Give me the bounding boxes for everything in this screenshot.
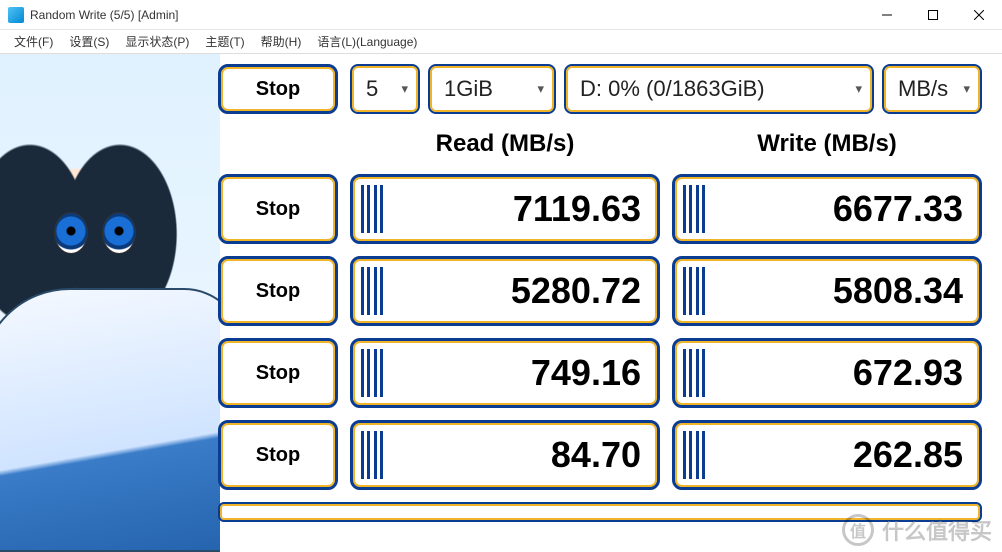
theme-character (0, 54, 220, 552)
app-icon (8, 7, 24, 23)
test-button-1[interactable]: Stop (218, 174, 338, 244)
read-value-3-text: 749.16 (531, 352, 641, 394)
drive-select[interactable]: D: 0% (0/1863GiB) ▾ (564, 64, 874, 114)
minimize-icon (882, 10, 892, 20)
write-value-1: 6677.33 (672, 174, 982, 244)
maximize-button[interactable] (910, 0, 956, 30)
read-header: Read (MB/s) (350, 126, 660, 162)
loop-count-value: 5 (366, 76, 378, 102)
test-button-3[interactable]: Stop (218, 338, 338, 408)
test-size-select[interactable]: 1GiB ▾ (428, 64, 556, 114)
read-value-1: 7119.63 (350, 174, 660, 244)
read-value-2-text: 5280.72 (511, 270, 641, 312)
grip-icon (361, 431, 383, 479)
benchmark-panel: Stop 5 ▾ 1GiB ▾ D: 0% (0/1863GiB) ▾ MB/s… (218, 64, 984, 540)
content-area: Stop 5 ▾ 1GiB ▾ D: 0% (0/1863GiB) ▾ MB/s… (0, 54, 1002, 552)
write-value-1-text: 6677.33 (833, 188, 963, 230)
write-value-3-text: 672.93 (853, 352, 963, 394)
grip-icon (361, 185, 383, 233)
grip-icon (683, 349, 705, 397)
drive-value: D: 0% (0/1863GiB) (580, 76, 765, 102)
chevron-down-icon: ▾ (537, 81, 544, 97)
test-button-4[interactable]: Stop (218, 420, 338, 490)
chevron-down-icon: ▾ (963, 81, 970, 97)
unit-select[interactable]: MB/s ▾ (882, 64, 982, 114)
write-header: Write (MB/s) (672, 126, 982, 162)
close-button[interactable] (956, 0, 1002, 30)
spacer (218, 126, 338, 162)
maximize-icon (928, 10, 938, 20)
menu-help[interactable]: 帮助(H) (253, 30, 310, 53)
grip-icon (361, 349, 383, 397)
chevron-down-icon: ▾ (855, 81, 862, 97)
grip-icon (683, 267, 705, 315)
read-value-1-text: 7119.63 (513, 188, 641, 230)
loop-count-select[interactable]: 5 ▾ (350, 64, 420, 114)
write-value-2: 5808.34 (672, 256, 982, 326)
menu-language[interactable]: 语言(L)(Language) (309, 30, 425, 53)
window-title: Random Write (5/5) [Admin] (30, 8, 864, 22)
read-value-2: 5280.72 (350, 256, 660, 326)
unit-value: MB/s (898, 76, 948, 102)
read-value-4-text: 84.70 (551, 434, 641, 476)
menu-settings[interactable]: 设置(S) (61, 30, 117, 53)
minimize-button[interactable] (864, 0, 910, 30)
write-value-4: 262.85 (672, 420, 982, 490)
grip-icon (361, 267, 383, 315)
selector-row: 5 ▾ 1GiB ▾ D: 0% (0/1863GiB) ▾ MB/s ▾ (350, 64, 982, 114)
status-bar (218, 502, 982, 522)
menubar: 文件(F) 设置(S) 显示状态(P) 主题(T) 帮助(H) 语言(L)(La… (0, 30, 1002, 54)
menu-theme[interactable]: 主题(T) (197, 30, 252, 53)
read-value-4: 84.70 (350, 420, 660, 490)
write-value-4-text: 262.85 (853, 434, 963, 476)
close-icon (974, 10, 984, 20)
test-button-2[interactable]: Stop (218, 256, 338, 326)
all-button[interactable]: Stop (218, 64, 338, 114)
chevron-down-icon: ▾ (401, 81, 408, 97)
menu-profile[interactable]: 显示状态(P) (117, 30, 197, 53)
menu-file[interactable]: 文件(F) (6, 30, 61, 53)
test-size-value: 1GiB (444, 76, 493, 102)
titlebar: Random Write (5/5) [Admin] (0, 0, 1002, 30)
write-value-2-text: 5808.34 (833, 270, 963, 312)
grip-icon (683, 431, 705, 479)
grip-icon (683, 185, 705, 233)
write-value-3: 672.93 (672, 338, 982, 408)
read-value-3: 749.16 (350, 338, 660, 408)
